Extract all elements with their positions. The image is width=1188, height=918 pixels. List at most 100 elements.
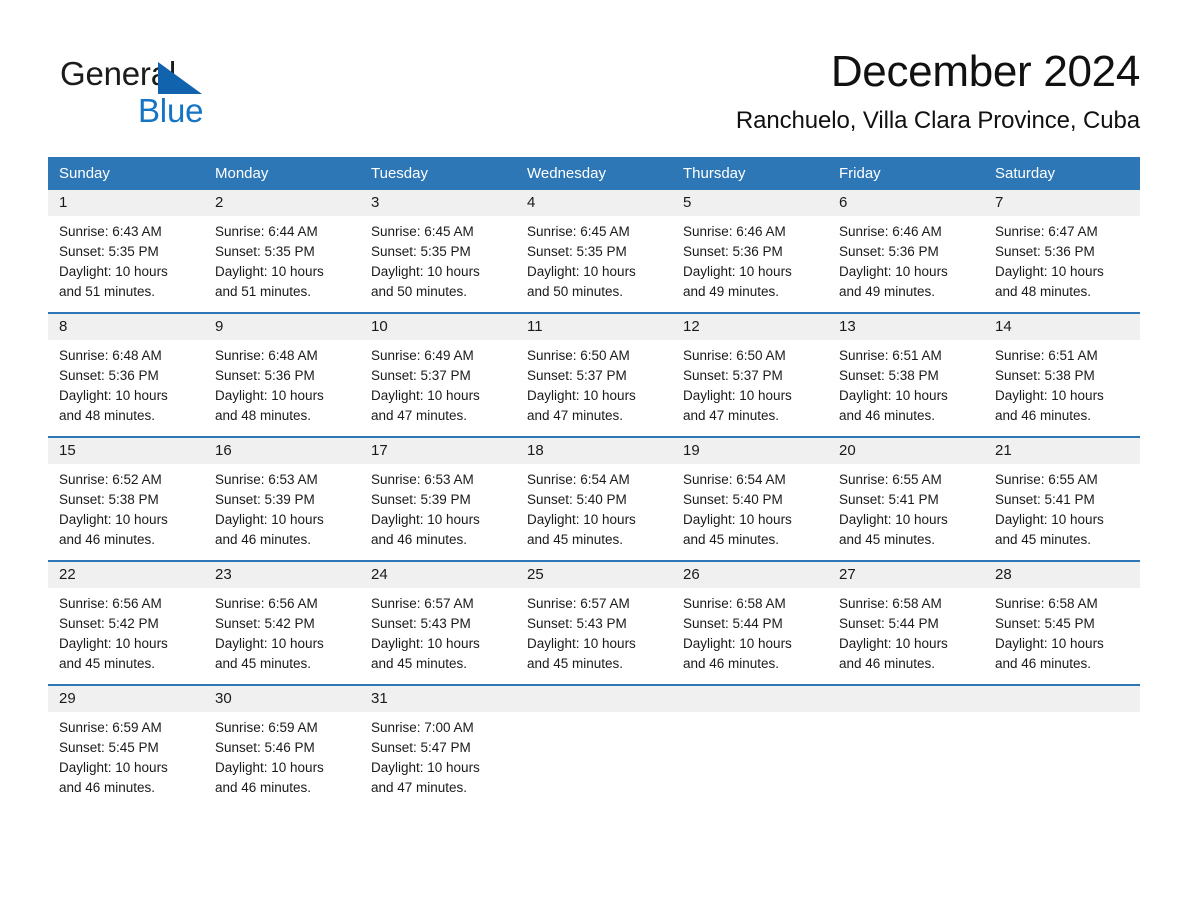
calendar-page: General Blue December 2024 Ranchuelo, Vi… — [0, 0, 1188, 918]
calendar-day-cell[interactable]: 31 Sunrise: 7:00 AM Sunset: 5:47 PM Dayligh… — [360, 686, 516, 798]
day-details: Sunrise: 6:51 AM Sunset: 5:38 PM Daylight:… — [828, 340, 984, 426]
calendar-day-cell[interactable]: 2 Sunrise: 6:44 AM Sunset: 5:35 PM Daylight… — [204, 190, 360, 302]
daylight-text-line1: Daylight: 10 hours — [527, 264, 636, 279]
day-details: Sunrise: 6:44 AM Sunset: 5:35 PM Daylight:… — [204, 216, 360, 302]
daylight-text-line2: and 46 minutes. — [215, 532, 312, 547]
calendar-day-cell[interactable]: 29 Sunrise: 6:59 AM Sunset: 5:45 PM Dayligh… — [48, 686, 204, 798]
sunrise-text: Sunrise: 6:50 AM — [683, 348, 786, 363]
day-details: Sunrise: 6:48 AM Sunset: 5:36 PM Daylight:… — [204, 340, 360, 426]
calendar-day-cell[interactable]: 15 Sunrise: 6:52 AM Sunset: 5:38 PM Dayligh… — [48, 438, 204, 550]
daylight-text-line1: Daylight: 10 hours — [527, 512, 636, 527]
daylight-text-line1: Daylight: 10 hours — [371, 636, 480, 651]
daylight-text-line1: Daylight: 10 hours — [215, 264, 324, 279]
day-details: Sunrise: 7:00 AM Sunset: 5:47 PM Daylight:… — [360, 712, 516, 798]
day-number: 27 — [828, 562, 984, 588]
sunset-text: Sunset: 5:40 PM — [683, 492, 783, 507]
daylight-text-line1: Daylight: 10 hours — [683, 264, 792, 279]
calendar-week-row: 15 Sunrise: 6:52 AM Sunset: 5:38 PM Dayligh… — [48, 436, 1140, 550]
calendar-day-cell[interactable]: 10 Sunrise: 6:49 AM Sunset: 5:37 PM Dayligh… — [360, 314, 516, 426]
daylight-text-line1: Daylight: 10 hours — [683, 512, 792, 527]
day-details: Sunrise: 6:45 AM Sunset: 5:35 PM Daylight:… — [360, 216, 516, 302]
day-number: 13 — [828, 314, 984, 340]
daylight-text-line2: and 45 minutes. — [59, 656, 156, 671]
calendar-day-cell[interactable]: 14 Sunrise: 6:51 AM Sunset: 5:38 PM Dayligh… — [984, 314, 1140, 426]
page-header: General Blue December 2024 Ranchuelo, Vi… — [48, 44, 1140, 152]
day-number: 22 — [48, 562, 204, 588]
sunset-text: Sunset: 5:41 PM — [839, 492, 939, 507]
daylight-text-line1: Daylight: 10 hours — [995, 264, 1104, 279]
day-number: 31 — [360, 686, 516, 712]
calendar-day-cell[interactable]: 13 Sunrise: 6:51 AM Sunset: 5:38 PM Dayligh… — [828, 314, 984, 426]
daylight-text-line2: and 47 minutes. — [527, 408, 624, 423]
sunset-text: Sunset: 5:41 PM — [995, 492, 1095, 507]
calendar-day-cell[interactable]: 23 Sunrise: 6:56 AM Sunset: 5:42 PM Dayligh… — [204, 562, 360, 674]
day-number: 18 — [516, 438, 672, 464]
calendar-day-cell[interactable]: 7 Sunrise: 6:47 AM Sunset: 5:36 PM Daylight… — [984, 190, 1140, 302]
day-number: 5 — [672, 190, 828, 216]
generalblue-logo[interactable]: General Blue — [60, 54, 260, 130]
calendar-day-cell[interactable]: 8 Sunrise: 6:48 AM Sunset: 5:36 PM Daylight… — [48, 314, 204, 426]
calendar-day-cell[interactable]: 16 Sunrise: 6:53 AM Sunset: 5:39 PM Dayligh… — [204, 438, 360, 550]
calendar-day-cell[interactable]: 9 Sunrise: 6:48 AM Sunset: 5:36 PM Daylight… — [204, 314, 360, 426]
triangle-flag-icon — [158, 62, 202, 94]
sunrise-text: Sunrise: 6:53 AM — [215, 472, 318, 487]
calendar-day-cell[interactable]: 27 Sunrise: 6:58 AM Sunset: 5:44 PM Dayligh… — [828, 562, 984, 674]
calendar-day-cell-empty — [828, 686, 984, 798]
sunrise-text: Sunrise: 6:47 AM — [995, 224, 1098, 239]
sunrise-text: Sunrise: 6:49 AM — [371, 348, 474, 363]
sunrise-text: Sunrise: 6:46 AM — [839, 224, 942, 239]
weekday-header-wednesday: Wednesday — [527, 165, 606, 182]
calendar-day-cell[interactable]: 21 Sunrise: 6:55 AM Sunset: 5:41 PM Dayligh… — [984, 438, 1140, 550]
sunset-text: Sunset: 5:38 PM — [59, 492, 159, 507]
calendar-day-cell[interactable]: 1 Sunrise: 6:43 AM Sunset: 5:35 PM Daylight… — [48, 190, 204, 302]
daylight-text-line1: Daylight: 10 hours — [371, 512, 480, 527]
daylight-text-line2: and 47 minutes. — [371, 408, 468, 423]
calendar-day-cell[interactable]: 18 Sunrise: 6:54 AM Sunset: 5:40 PM Dayligh… — [516, 438, 672, 550]
day-number: 26 — [672, 562, 828, 588]
calendar-day-cell-empty — [516, 686, 672, 798]
daylight-text-line2: and 51 minutes. — [59, 284, 156, 299]
sunset-text: Sunset: 5:45 PM — [59, 740, 159, 755]
day-number: 9 — [204, 314, 360, 340]
calendar-day-cell[interactable]: 20 Sunrise: 6:55 AM Sunset: 5:41 PM Dayligh… — [828, 438, 984, 550]
sunrise-text: Sunrise: 6:48 AM — [59, 348, 162, 363]
sunset-text: Sunset: 5:42 PM — [215, 616, 315, 631]
sunrise-text: Sunrise: 6:51 AM — [839, 348, 942, 363]
day-details: Sunrise: 6:52 AM Sunset: 5:38 PM Daylight:… — [48, 464, 204, 550]
calendar-day-cell[interactable]: 22 Sunrise: 6:56 AM Sunset: 5:42 PM Dayligh… — [48, 562, 204, 674]
daylight-text-line1: Daylight: 10 hours — [683, 636, 792, 651]
calendar-day-cell[interactable]: 11 Sunrise: 6:50 AM Sunset: 5:37 PM Dayligh… — [516, 314, 672, 426]
daylight-text-line2: and 48 minutes. — [59, 408, 156, 423]
calendar-day-cell[interactable]: 28 Sunrise: 6:58 AM Sunset: 5:45 PM Dayligh… — [984, 562, 1140, 674]
calendar-day-cell[interactable]: 17 Sunrise: 6:53 AM Sunset: 5:39 PM Dayligh… — [360, 438, 516, 550]
daylight-text-line1: Daylight: 10 hours — [839, 512, 948, 527]
location-subtitle: Ranchuelo, Villa Clara Province, Cuba — [735, 107, 1140, 134]
calendar-day-cell[interactable]: 12 Sunrise: 6:50 AM Sunset: 5:37 PM Dayligh… — [672, 314, 828, 426]
sunset-text: Sunset: 5:43 PM — [527, 616, 627, 631]
day-details: Sunrise: 6:50 AM Sunset: 5:37 PM Daylight:… — [516, 340, 672, 426]
day-number: 24 — [360, 562, 516, 588]
daylight-text-line2: and 46 minutes. — [59, 532, 156, 547]
day-details: Sunrise: 6:46 AM Sunset: 5:36 PM Daylight:… — [828, 216, 984, 302]
sunset-text: Sunset: 5:42 PM — [59, 616, 159, 631]
daylight-text-line1: Daylight: 10 hours — [59, 512, 168, 527]
calendar-day-cell[interactable]: 3 Sunrise: 6:45 AM Sunset: 5:35 PM Daylight… — [360, 190, 516, 302]
calendar-day-cell[interactable]: 5 Sunrise: 6:46 AM Sunset: 5:36 PM Daylight… — [672, 190, 828, 302]
calendar-day-cell[interactable]: 26 Sunrise: 6:58 AM Sunset: 5:44 PM Dayligh… — [672, 562, 828, 674]
day-number — [828, 686, 984, 712]
weekday-header-friday: Friday — [839, 165, 881, 182]
calendar-day-cell-empty — [984, 686, 1140, 798]
daylight-text-line2: and 45 minutes. — [839, 532, 936, 547]
calendar-day-cell[interactable]: 4 Sunrise: 6:45 AM Sunset: 5:35 PM Daylight… — [516, 190, 672, 302]
calendar-day-cell[interactable]: 24 Sunrise: 6:57 AM Sunset: 5:43 PM Dayligh… — [360, 562, 516, 674]
sunrise-text: Sunrise: 6:51 AM — [995, 348, 1098, 363]
daylight-text-line1: Daylight: 10 hours — [371, 264, 480, 279]
calendar-day-cell[interactable]: 30 Sunrise: 6:59 AM Sunset: 5:46 PM Dayligh… — [204, 686, 360, 798]
day-number: 2 — [204, 190, 360, 216]
calendar-day-cell[interactable]: 25 Sunrise: 6:57 AM Sunset: 5:43 PM Dayligh… — [516, 562, 672, 674]
sunrise-text: Sunrise: 6:59 AM — [215, 720, 318, 735]
day-number: 25 — [516, 562, 672, 588]
calendar-day-cell[interactable]: 6 Sunrise: 6:46 AM Sunset: 5:36 PM Daylight… — [828, 190, 984, 302]
calendar-day-cell[interactable]: 19 Sunrise: 6:54 AM Sunset: 5:40 PM Dayligh… — [672, 438, 828, 550]
day-number: 19 — [672, 438, 828, 464]
